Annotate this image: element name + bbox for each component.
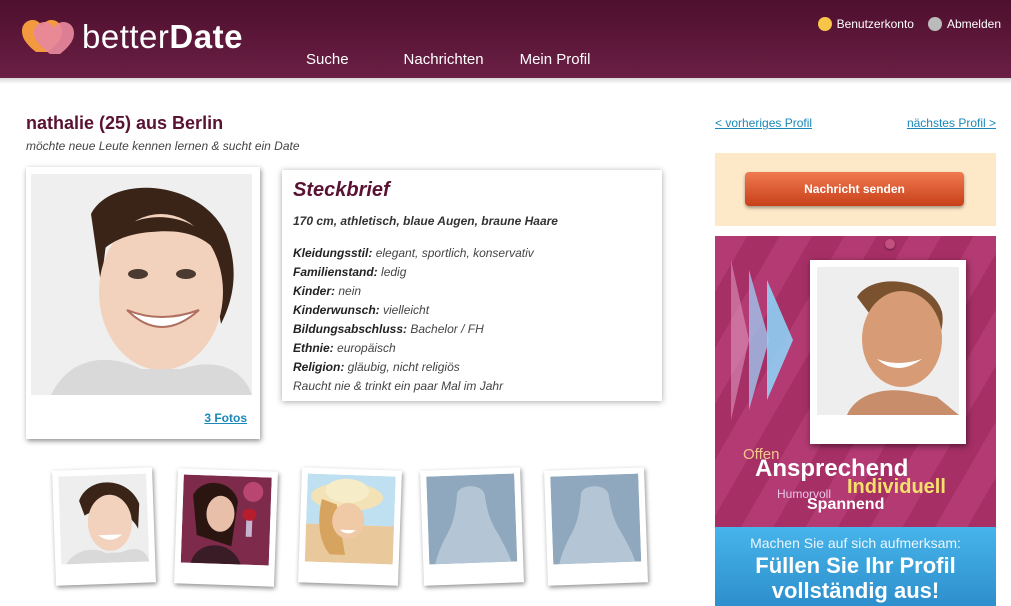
logo[interactable]: betterDate bbox=[22, 18, 243, 56]
steckbrief-row: Familienstand: ledig bbox=[293, 265, 407, 279]
profile-title: nathalie (25) aus Berlin bbox=[26, 113, 224, 133]
steckbrief-summary: 170 cm, athletisch, blaue Augen, braune … bbox=[293, 214, 558, 228]
steckbrief-row: Bildungsabschluss: Bachelor / FH bbox=[293, 322, 484, 336]
nav-nachrichten[interactable]: Nachrichten bbox=[404, 51, 484, 68]
send-message-button[interactable]: Nachricht senden bbox=[745, 172, 964, 206]
nav-mein-profil[interactable]: Mein Profil bbox=[520, 51, 591, 68]
main-profile-photo[interactable] bbox=[31, 174, 252, 395]
hearts-logo-icon bbox=[22, 18, 74, 56]
thumbnail-3[interactable] bbox=[298, 467, 402, 586]
account-link[interactable]: Benutzerkonto bbox=[837, 17, 914, 31]
smiley-icon bbox=[817, 17, 832, 31]
promo-big-line-2: vollständig aus! bbox=[771, 578, 940, 603]
promo-big-line-1: Füllen Sie Ihr Profil bbox=[755, 553, 956, 578]
steckbrief-footer: Raucht nie & trinkt ein paar Mal im Jahr bbox=[293, 379, 504, 393]
message-box: Nachricht senden bbox=[715, 153, 996, 226]
logo-text: betterDate bbox=[82, 18, 243, 55]
nav-suche[interactable]: Suche bbox=[306, 51, 349, 68]
promo-polaroid bbox=[810, 260, 966, 444]
steckbrief-card: Steckbrief 170 cm, athletisch, blaue Aug… bbox=[282, 170, 662, 401]
promo-big-text: Füllen Sie Ihr Profil vollständig aus! bbox=[715, 553, 996, 603]
thumbnail-1[interactable] bbox=[52, 467, 156, 586]
promo-word-spannend: Spannend bbox=[807, 496, 885, 513]
account-bar: Benutzerkonto Abmelden bbox=[817, 17, 1001, 31]
steckbrief-row: Kinder: nein bbox=[293, 284, 362, 298]
steckbrief-row: Kleidungsstil: elegant, sportlich, konse… bbox=[293, 246, 534, 260]
steckbrief-title: Steckbrief bbox=[293, 179, 390, 201]
promo-man-photo bbox=[817, 267, 959, 415]
pushpin-icon bbox=[885, 239, 895, 249]
thumbnail-placeholder-1[interactable] bbox=[420, 467, 524, 586]
logout-link[interactable]: Abmelden bbox=[947, 17, 1001, 31]
power-icon bbox=[927, 17, 942, 31]
thumbnail-2[interactable] bbox=[174, 468, 278, 587]
main-nav: Suche Nachrichten Mein Profil bbox=[306, 51, 626, 68]
arrows-decoration-icon bbox=[731, 260, 793, 420]
promo-cta[interactable]: Machen Sie auf sich aufmerksam: Füllen S… bbox=[715, 527, 996, 606]
header-shadow bbox=[0, 78, 1011, 84]
next-profile-link[interactable]: nächstes Profil > bbox=[907, 116, 996, 130]
profile-promo-banner[interactable]: Offen Ansprechend Individuell Humorvoll … bbox=[715, 236, 996, 606]
profile-subtitle: möchte neue Leute kennen lernen & sucht … bbox=[26, 139, 300, 153]
steckbrief-list: Kleidungsstil: elegant, sportlich, konse… bbox=[293, 244, 651, 396]
header: betterDate Suche Nachrichten Mein Profil… bbox=[0, 0, 1011, 78]
steckbrief-row: Kinderwunsch: vielleicht bbox=[293, 303, 430, 317]
previous-profile-link[interactable]: < vorheriges Profil bbox=[715, 116, 812, 130]
thumbnail-placeholder-2[interactable] bbox=[544, 467, 648, 586]
steckbrief-row: Religion: gläubig, nicht religiös bbox=[293, 360, 460, 374]
promo-small-text: Machen Sie auf sich aufmerksam: bbox=[750, 535, 961, 551]
main-photo-card: 3 Fotos bbox=[26, 167, 260, 439]
steckbrief-row: Ethnie: europäisch bbox=[293, 341, 396, 355]
photos-count-link[interactable]: 3 Fotos bbox=[204, 411, 247, 425]
